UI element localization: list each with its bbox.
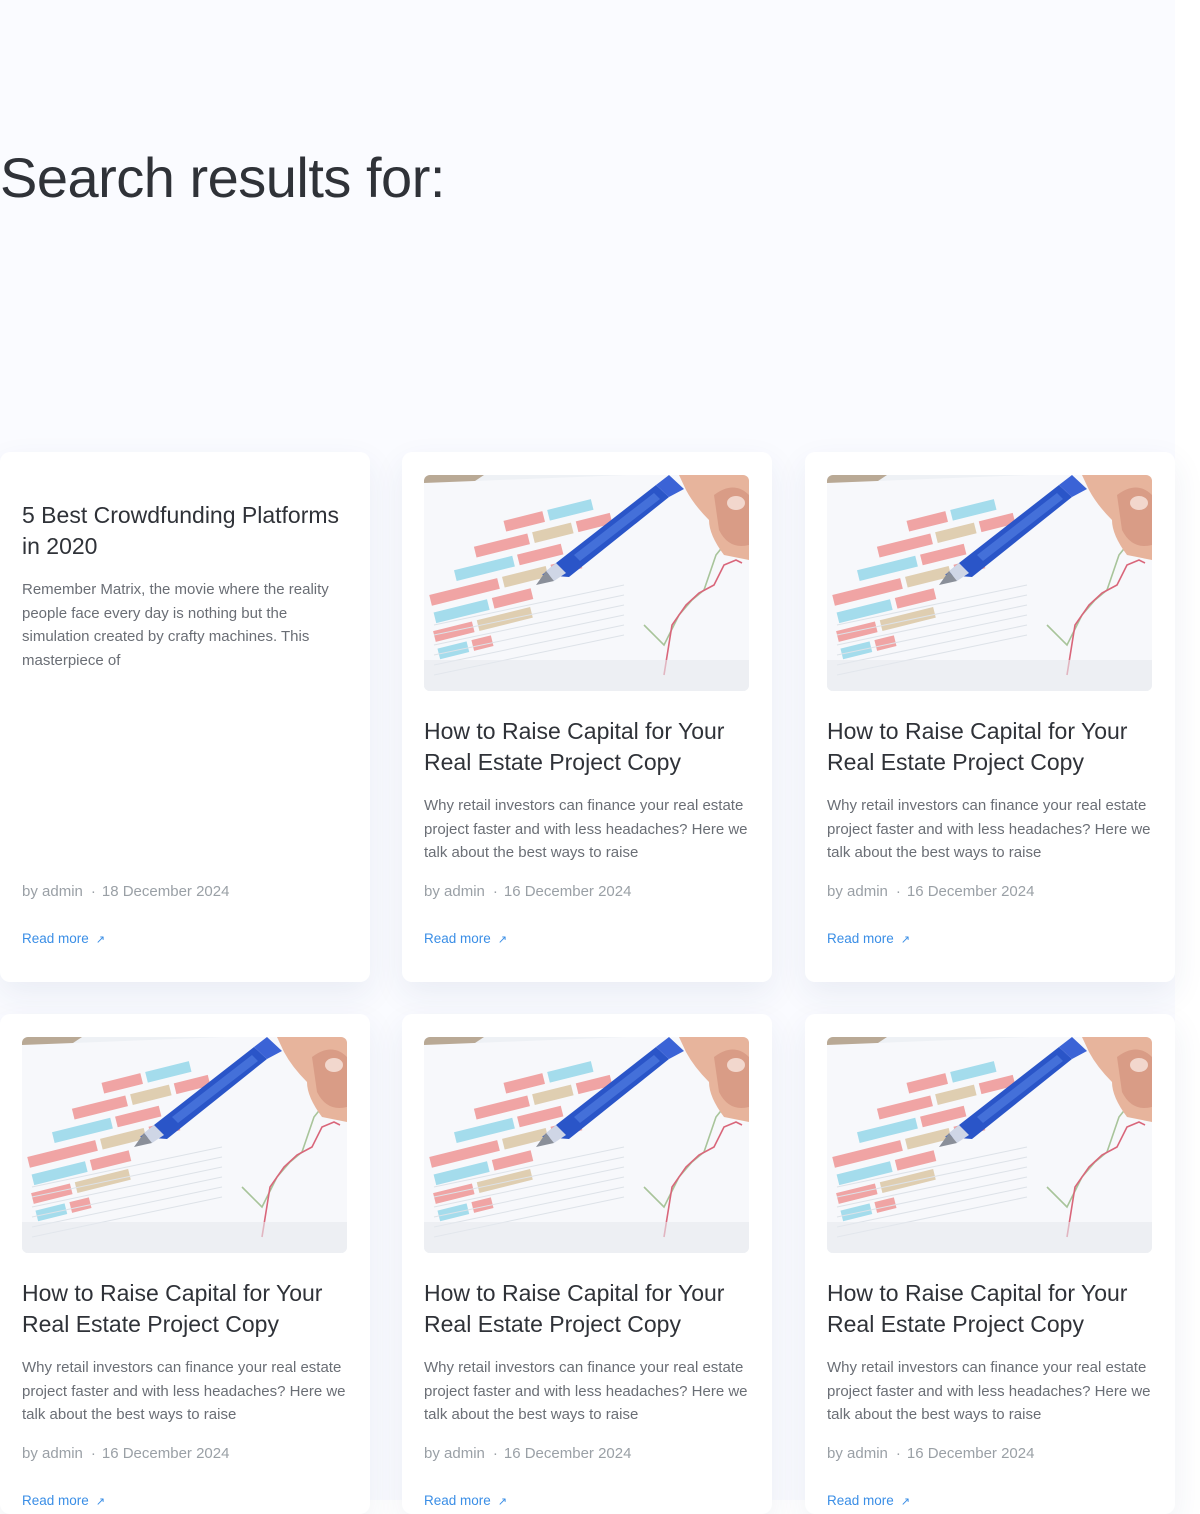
post-meta: by admin · 16 December 2024 xyxy=(827,882,1157,902)
post-meta: by admin · 16 December 2024 xyxy=(424,1444,754,1464)
arrow-up-right-icon: ↗ xyxy=(95,934,106,946)
post-thumbnail[interactable] xyxy=(424,475,749,691)
post-date: 16 December 2024 xyxy=(503,1445,632,1462)
read-more-link[interactable]: Read more ↗ xyxy=(22,930,105,949)
meta-separator: · xyxy=(895,883,901,900)
meta-separator: · xyxy=(492,883,498,900)
post-author[interactable]: by admin xyxy=(827,883,888,900)
post-date: 18 December 2024 xyxy=(101,883,230,900)
read-more-link[interactable]: Read more ↗ xyxy=(424,1492,507,1511)
read-more-label: Read more xyxy=(424,1493,491,1508)
post-thumbnail[interactable] xyxy=(827,475,1152,691)
meta-separator: · xyxy=(90,883,96,900)
post-date: 16 December 2024 xyxy=(101,1445,230,1462)
arrow-up-right-icon: ↗ xyxy=(900,1496,911,1508)
meta-separator: · xyxy=(492,1445,498,1462)
read-more-label: Read more xyxy=(22,1493,89,1508)
meta-separator: · xyxy=(895,1445,901,1462)
post-thumbnail[interactable] xyxy=(424,1037,749,1253)
read-more-label: Read more xyxy=(424,931,491,946)
post-author[interactable]: by admin xyxy=(424,883,485,900)
post-card: How to Raise Capital for Your Real Estat… xyxy=(402,452,772,982)
post-excerpt: Why retail investors can finance your re… xyxy=(424,797,748,861)
post-thumbnail[interactable] xyxy=(827,1037,1152,1253)
post-date: 16 December 2024 xyxy=(503,883,632,900)
post-meta: by admin · 16 December 2024 xyxy=(22,1444,352,1464)
arrow-up-right-icon: ↗ xyxy=(497,1496,508,1508)
arrow-up-right-icon: ↗ xyxy=(900,934,911,946)
post-date: 16 December 2024 xyxy=(906,883,1035,900)
post-title[interactable]: How to Raise Capital for Your Real Estat… xyxy=(424,1278,754,1340)
post-card: How to Raise Capital for Your Real Estat… xyxy=(0,1014,370,1514)
post-title[interactable]: How to Raise Capital for Your Real Estat… xyxy=(827,1278,1157,1340)
post-author[interactable]: by admin xyxy=(22,1445,83,1462)
post-author[interactable]: by admin xyxy=(424,1445,485,1462)
post-title[interactable]: 5 Best Crowdfunding Platforms in 2020 xyxy=(22,500,352,562)
post-card: 5 Best Crowdfunding Platforms in 2020 Re… xyxy=(0,452,370,982)
page-title: Search results for: xyxy=(0,146,445,209)
arrow-up-right-icon: ↗ xyxy=(95,1496,106,1508)
read-more-label: Read more xyxy=(827,931,894,946)
post-title[interactable]: How to Raise Capital for Your Real Estat… xyxy=(22,1278,352,1340)
read-more-link[interactable]: Read more ↗ xyxy=(827,930,910,949)
read-more-link[interactable]: Read more ↗ xyxy=(22,1492,105,1511)
post-excerpt: Why retail investors can finance your re… xyxy=(22,1359,346,1423)
post-card: How to Raise Capital for Your Real Estat… xyxy=(805,1014,1175,1514)
post-date: 16 December 2024 xyxy=(906,1445,1035,1462)
post-title[interactable]: How to Raise Capital for Your Real Estat… xyxy=(424,716,754,778)
post-title[interactable]: How to Raise Capital for Your Real Estat… xyxy=(827,716,1157,778)
read-more-label: Read more xyxy=(22,931,89,946)
post-excerpt: Why retail investors can finance your re… xyxy=(424,1359,748,1423)
post-excerpt: Why retail investors can finance your re… xyxy=(827,1359,1151,1423)
read-more-label: Read more xyxy=(827,1493,894,1508)
post-meta: by admin · 16 December 2024 xyxy=(827,1444,1157,1464)
read-more-link[interactable]: Read more ↗ xyxy=(827,1492,910,1511)
read-more-link[interactable]: Read more ↗ xyxy=(424,930,507,949)
post-thumbnail[interactable] xyxy=(22,1037,347,1253)
post-author[interactable]: by admin xyxy=(827,1445,888,1462)
meta-separator: · xyxy=(90,1445,96,1462)
post-excerpt: Remember Matrix, the movie where the rea… xyxy=(22,581,329,669)
post-card: How to Raise Capital for Your Real Estat… xyxy=(402,1014,772,1514)
post-meta: by admin · 16 December 2024 xyxy=(424,882,754,902)
post-author[interactable]: by admin xyxy=(22,883,83,900)
post-card: How to Raise Capital for Your Real Estat… xyxy=(805,452,1175,982)
arrow-up-right-icon: ↗ xyxy=(497,934,508,946)
post-excerpt: Why retail investors can finance your re… xyxy=(827,797,1151,861)
post-meta: by admin · 18 December 2024 xyxy=(22,882,352,902)
